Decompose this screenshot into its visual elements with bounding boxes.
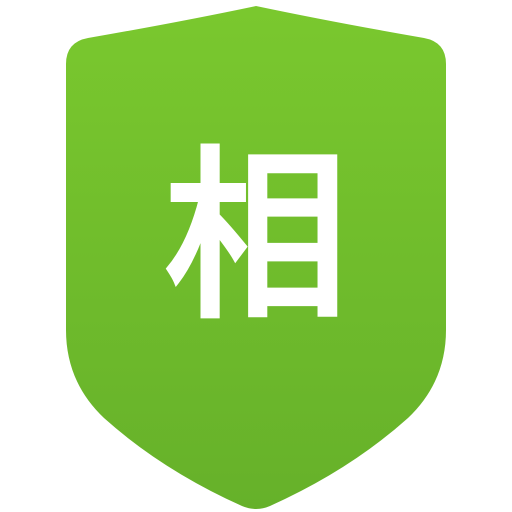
app-icon: 相: [0, 0, 512, 512]
shield-glyph: 相: [163, 131, 348, 345]
